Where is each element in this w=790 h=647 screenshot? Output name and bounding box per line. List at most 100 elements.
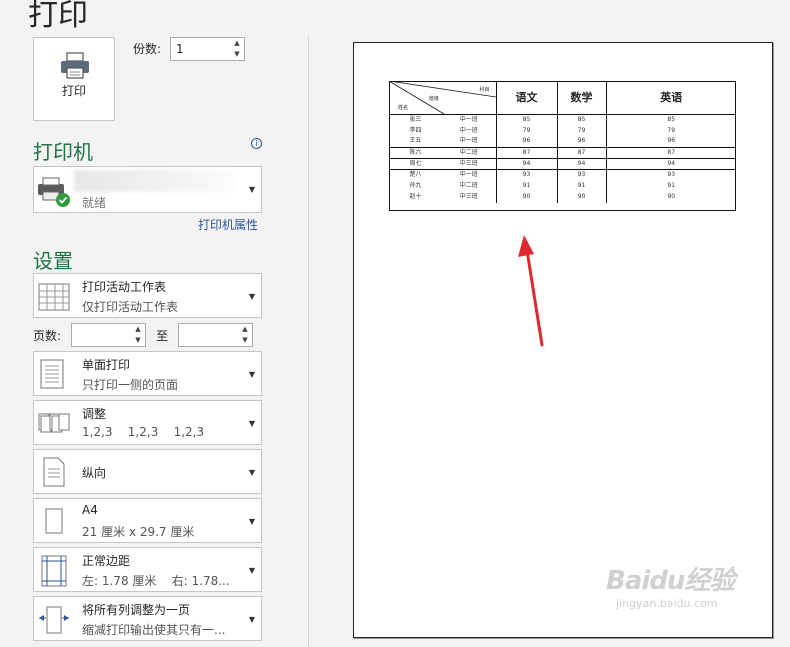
settings-section-title: 设置 [33,249,73,273]
preview-header-cell: 数学 [557,81,607,115]
pages-to-label: 至 [156,329,169,343]
baidu-watermark: Baidu经验 jingyan.baidu.com [606,560,735,610]
collate-sub: 1,2,3 1,2,3 1,2,3 [82,425,205,439]
red-arrow-annotation [518,235,544,347]
preview-cell: 周七 [409,159,422,167]
pages-from-spinner[interactable]: ▲ ▼ [131,324,145,346]
print-what-dropdown[interactable]: 打印活动工作表 仅打印活动工作表 ▼ [33,273,262,318]
preview-cell: 王五 [409,137,422,145]
preview-cell: 85 [557,114,607,126]
preview-cell: 87 [557,147,607,159]
printer-ready-icon [38,177,70,207]
preview-cell: 85 [496,114,558,126]
chevron-down-icon: ▼ [248,517,255,526]
preview-cell: 90 [557,191,607,203]
preview-cell: 陈六 [409,148,422,156]
corner-mid-label: 班级 [429,96,440,102]
printer-properties-link[interactable]: 打印机属性 [198,216,258,233]
copies-label: 份数: [133,42,162,56]
watermark-url: jingyan.baidu.com [616,597,718,610]
preview-cell: 中一班 [442,136,497,148]
paper-size-sub: 21 厘米 x 29.7 厘米 [82,525,195,539]
scaling-sub: 缩减打印输出使其只有一... [82,623,226,637]
chevron-down-icon: ▼ [248,615,255,624]
preview-row: 王五 中一班 96 96 96 [389,136,736,148]
preview-cell: 87 [667,148,676,156]
preview-cell: 91 [667,182,676,190]
paper-size-icon [45,508,63,534]
chevron-down-icon: ▼ [248,292,255,301]
preview-cell: 94 [557,158,607,170]
margins-sub: 左: 1.78 厘米 右: 1.78... [82,574,230,588]
preview-row: 陈六 中二班 87 87 87 [389,147,736,159]
preview-table: 科目 班级 姓名 语文 数学 英语 张三 中一班 85 85 85 李四 中一班… [389,81,736,203]
preview-cell: 87 [496,147,558,159]
collate-dropdown[interactable]: 调整 1,2,3 1,2,3 1,2,3 ▼ [33,400,262,445]
chevron-down-icon: ▼ [248,185,255,194]
sides-dropdown[interactable]: 单面打印 只打印一侧的页面 ▼ [33,351,262,396]
spin-down-icon[interactable]: ▼ [230,49,244,60]
printer-status: 就绪 [82,196,107,210]
chevron-down-icon: ▼ [248,468,255,477]
print-preview-page: 科目 班级 姓名 语文 数学 英语 张三 中一班 85 85 85 李四 中一班… [353,42,773,638]
paper-size-dropdown[interactable]: A4 21 厘米 x 29.7 厘米 ▼ [33,498,262,543]
preview-row: 周七 中三班 94 94 94 [389,158,736,170]
spin-down-icon[interactable]: ▼ [238,335,252,346]
info-icon[interactable]: i [251,138,262,149]
chevron-down-icon: ▼ [248,419,255,428]
worksheet-grid-icon [38,283,70,311]
corner-bottom-label: 姓名 [398,105,409,111]
preview-cell: 96 [557,136,607,148]
orientation-dropdown[interactable]: 纵向 ▼ [33,449,262,494]
preview-cell: 中三班 [442,158,497,170]
preview-corner-header: 科目 班级 姓名 [389,81,497,115]
preview-cell: 中一班 [442,114,497,126]
printer-section-title: 打印机 [33,140,93,164]
print-what-sub: 仅打印活动工作表 [82,300,179,314]
preview-cell: 李四 [409,126,422,134]
pages-to-spinner[interactable]: ▲ ▼ [238,324,252,346]
page-title: 打印 [28,0,88,33]
preview-cell: 孙九 [409,182,422,190]
preview-cell: 96 [496,136,558,148]
portrait-page-icon [43,457,65,487]
preview-cell: 张三 [409,115,422,123]
print-button[interactable]: 打印 [33,37,115,121]
print-button-label: 打印 [61,84,86,98]
spin-up-icon[interactable]: ▲ [230,38,244,49]
printer-icon [61,52,89,79]
margins-dropdown[interactable]: 正常边距 左: 1.78 厘米 右: 1.78... ▼ [33,547,262,592]
spin-up-icon[interactable]: ▲ [131,324,145,335]
copies-value: 1 [176,42,184,56]
printer-dropdown[interactable]: 就绪 ▼ [33,166,262,213]
preview-cell: 中一班 [442,125,497,137]
chevron-down-icon: ▼ [248,370,255,379]
margins-title: 正常边距 [82,554,131,568]
preview-cell: 79 [496,125,558,137]
preview-row: 楚八 中一班 93 93 93 [389,169,736,181]
preview-cell: 85 [667,115,676,123]
preview-cell: 90 [667,193,676,201]
fit-columns-icon [39,606,69,634]
copies-input[interactable]: 1 ▲ ▼ [170,37,245,61]
preview-cell: 楚八 [409,171,422,179]
preview-cell: 中三班 [442,191,497,203]
collate-icon [38,413,70,433]
preview-row: 张三 中一班 85 85 85 [389,114,736,126]
scaling-title: 将所有列调整为一页 [82,603,191,617]
preview-cell: 96 [667,137,676,145]
preview-cell: 中二班 [442,180,497,192]
scaling-dropdown[interactable]: 将所有列调整为一页 缩减打印输出使其只有一... ▼ [33,596,262,641]
spin-up-icon[interactable]: ▲ [238,324,252,335]
corner-top-label: 科目 [479,87,490,93]
preview-row: 赵十 中三班 90 90 90 [389,191,736,203]
pages-from-input[interactable]: ▲ ▼ [71,323,146,347]
pages-to-input[interactable]: ▲ ▼ [178,323,253,347]
pages-label: 页数: [33,329,62,343]
preview-cell: 93 [557,169,607,181]
preview-header-cell: 英语 [606,81,736,115]
copies-spinner[interactable]: ▲ ▼ [230,38,244,60]
panel-divider [308,35,309,647]
spin-down-icon[interactable]: ▼ [131,335,145,346]
paper-size-title: A4 [82,503,98,517]
